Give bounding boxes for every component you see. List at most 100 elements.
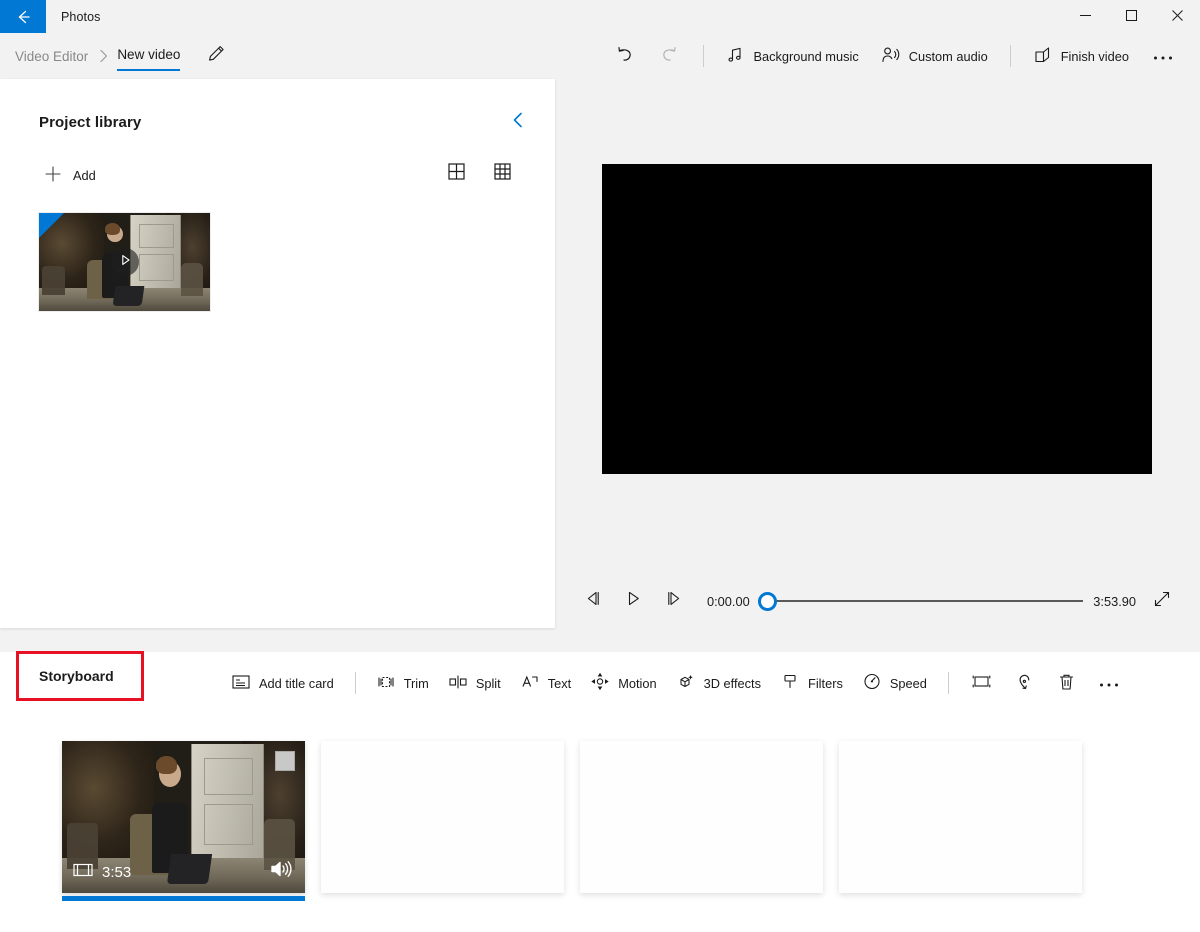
text-button[interactable]: Text [511,666,581,700]
clip-duration-group: 3:53 [73,862,131,883]
fullscreen-icon [1153,590,1171,613]
project-library-panel: Project library Add [0,79,555,628]
storyboard-more-options-button[interactable] [1087,666,1131,700]
maximize-button[interactable] [1108,0,1154,33]
fullscreen-button[interactable] [1142,584,1182,618]
redo-icon [660,45,679,67]
custom-audio-label: Custom audio [909,49,988,64]
aspect-ratio-button[interactable] [960,666,1003,700]
add-media-button[interactable]: Add [40,160,104,191]
trim-button[interactable]: Trim [367,666,439,700]
storyboard-toolbar: Storyboard Add title card [0,652,1200,714]
video-surface[interactable] [602,164,1152,474]
grid-2x2-icon [448,163,465,185]
rename-project-button[interactable] [202,42,230,70]
breadcrumb-video-editor[interactable]: Video Editor [13,47,90,66]
slider-thumb[interactable] [758,592,777,611]
speed-label: Speed [890,676,927,691]
rotate-icon [1015,673,1034,694]
trim-label: Trim [404,676,429,691]
library-item-video-clip[interactable] [39,213,210,311]
rotate-button[interactable] [1003,666,1046,700]
close-icon [1172,8,1183,26]
app-title: Photos [46,0,101,33]
large-grid-view-button[interactable] [441,159,471,191]
play-icon [625,591,642,611]
finish-video-label: Finish video [1061,49,1129,64]
breadcrumb-separator [99,49,108,63]
add-title-card-button[interactable]: Add title card [222,666,344,700]
minimize-button[interactable] [1062,0,1108,33]
motion-button[interactable]: Motion [581,666,666,700]
motion-icon [591,673,609,693]
small-grid-view-button[interactable] [487,159,517,191]
clip-checkbox[interactable] [275,751,295,771]
finish-video-button[interactable]: Finish video [1022,40,1140,72]
next-frame-icon [665,591,682,611]
next-frame-button[interactable] [653,584,693,618]
text-label: Text [548,676,571,691]
trash-icon [1058,673,1075,694]
collapse-library-button[interactable] [503,107,533,137]
storyboard-track: 3:53 [0,714,1200,893]
text-icon [521,674,539,693]
speed-button[interactable]: Speed [853,666,937,700]
current-time-label: 0:00.00 [707,594,750,609]
more-options-button[interactable] [1140,40,1186,72]
storyboard-slot-2[interactable] [321,741,564,893]
storyboard-divider [355,672,356,694]
playback-controls: 0:00.00 3:53.90 [555,577,1200,625]
selected-corner-flag [39,213,64,238]
add-media-label: Add [73,168,96,183]
3d-effects-button[interactable]: 3D effects [667,666,771,700]
title-bar: Photos [0,0,1200,33]
storyboard-label-highlight: Storyboard [16,651,144,701]
filters-button[interactable]: Filters [771,666,853,700]
person-audio-icon [881,46,900,67]
maximize-icon [1126,8,1137,26]
storyboard-clip-1[interactable]: 3:53 [62,741,305,893]
library-title: Project library [39,114,141,131]
undo-icon [615,45,634,67]
library-grid [0,191,555,311]
title-card-icon [232,674,250,693]
grid-3x3-icon [494,163,511,185]
pencil-icon [207,44,226,68]
playback-slider[interactable] [758,584,1084,618]
command-bar: Video Editor New video [0,33,1200,79]
custom-audio-button[interactable]: Custom audio [870,40,999,72]
undo-button[interactable] [602,40,647,72]
3d-effects-icon [677,673,695,693]
storyboard-slot-3[interactable] [580,741,823,893]
clip-duration-label: 3:53 [102,864,131,881]
arrow-left-icon [13,7,33,27]
minimize-icon [1080,8,1091,26]
music-note-icon [726,46,744,67]
play-icon [118,253,132,272]
add-title-card-label: Add title card [259,676,334,691]
more-horizontal-icon [1153,49,1173,64]
breadcrumb-new-video[interactable]: New video [117,47,180,71]
delete-button[interactable] [1046,666,1087,700]
previous-frame-icon [585,591,602,611]
split-icon [449,674,467,693]
breadcrumb: Video Editor New video [0,42,230,70]
storyboard-slot-4[interactable] [839,741,1082,893]
split-button[interactable]: Split [439,666,511,700]
close-button[interactable] [1154,0,1200,33]
previous-frame-button[interactable] [573,584,613,618]
filters-icon [781,673,799,693]
share-export-icon [1033,46,1052,67]
library-header: Project library [0,79,555,137]
redo-button[interactable] [647,40,692,72]
filters-label: Filters [808,676,843,691]
background-music-button[interactable]: Background music [715,40,869,72]
play-button[interactable] [613,584,653,618]
back-button[interactable] [0,0,46,33]
speed-icon [863,673,881,693]
video-preview-pane: 0:00.00 3:53.90 [555,79,1200,652]
total-time-label: 3:53.90 [1093,594,1136,609]
play-overlay-button[interactable] [111,248,139,276]
clip-volume-button[interactable] [269,859,293,884]
clip-selected-indicator [62,896,305,901]
